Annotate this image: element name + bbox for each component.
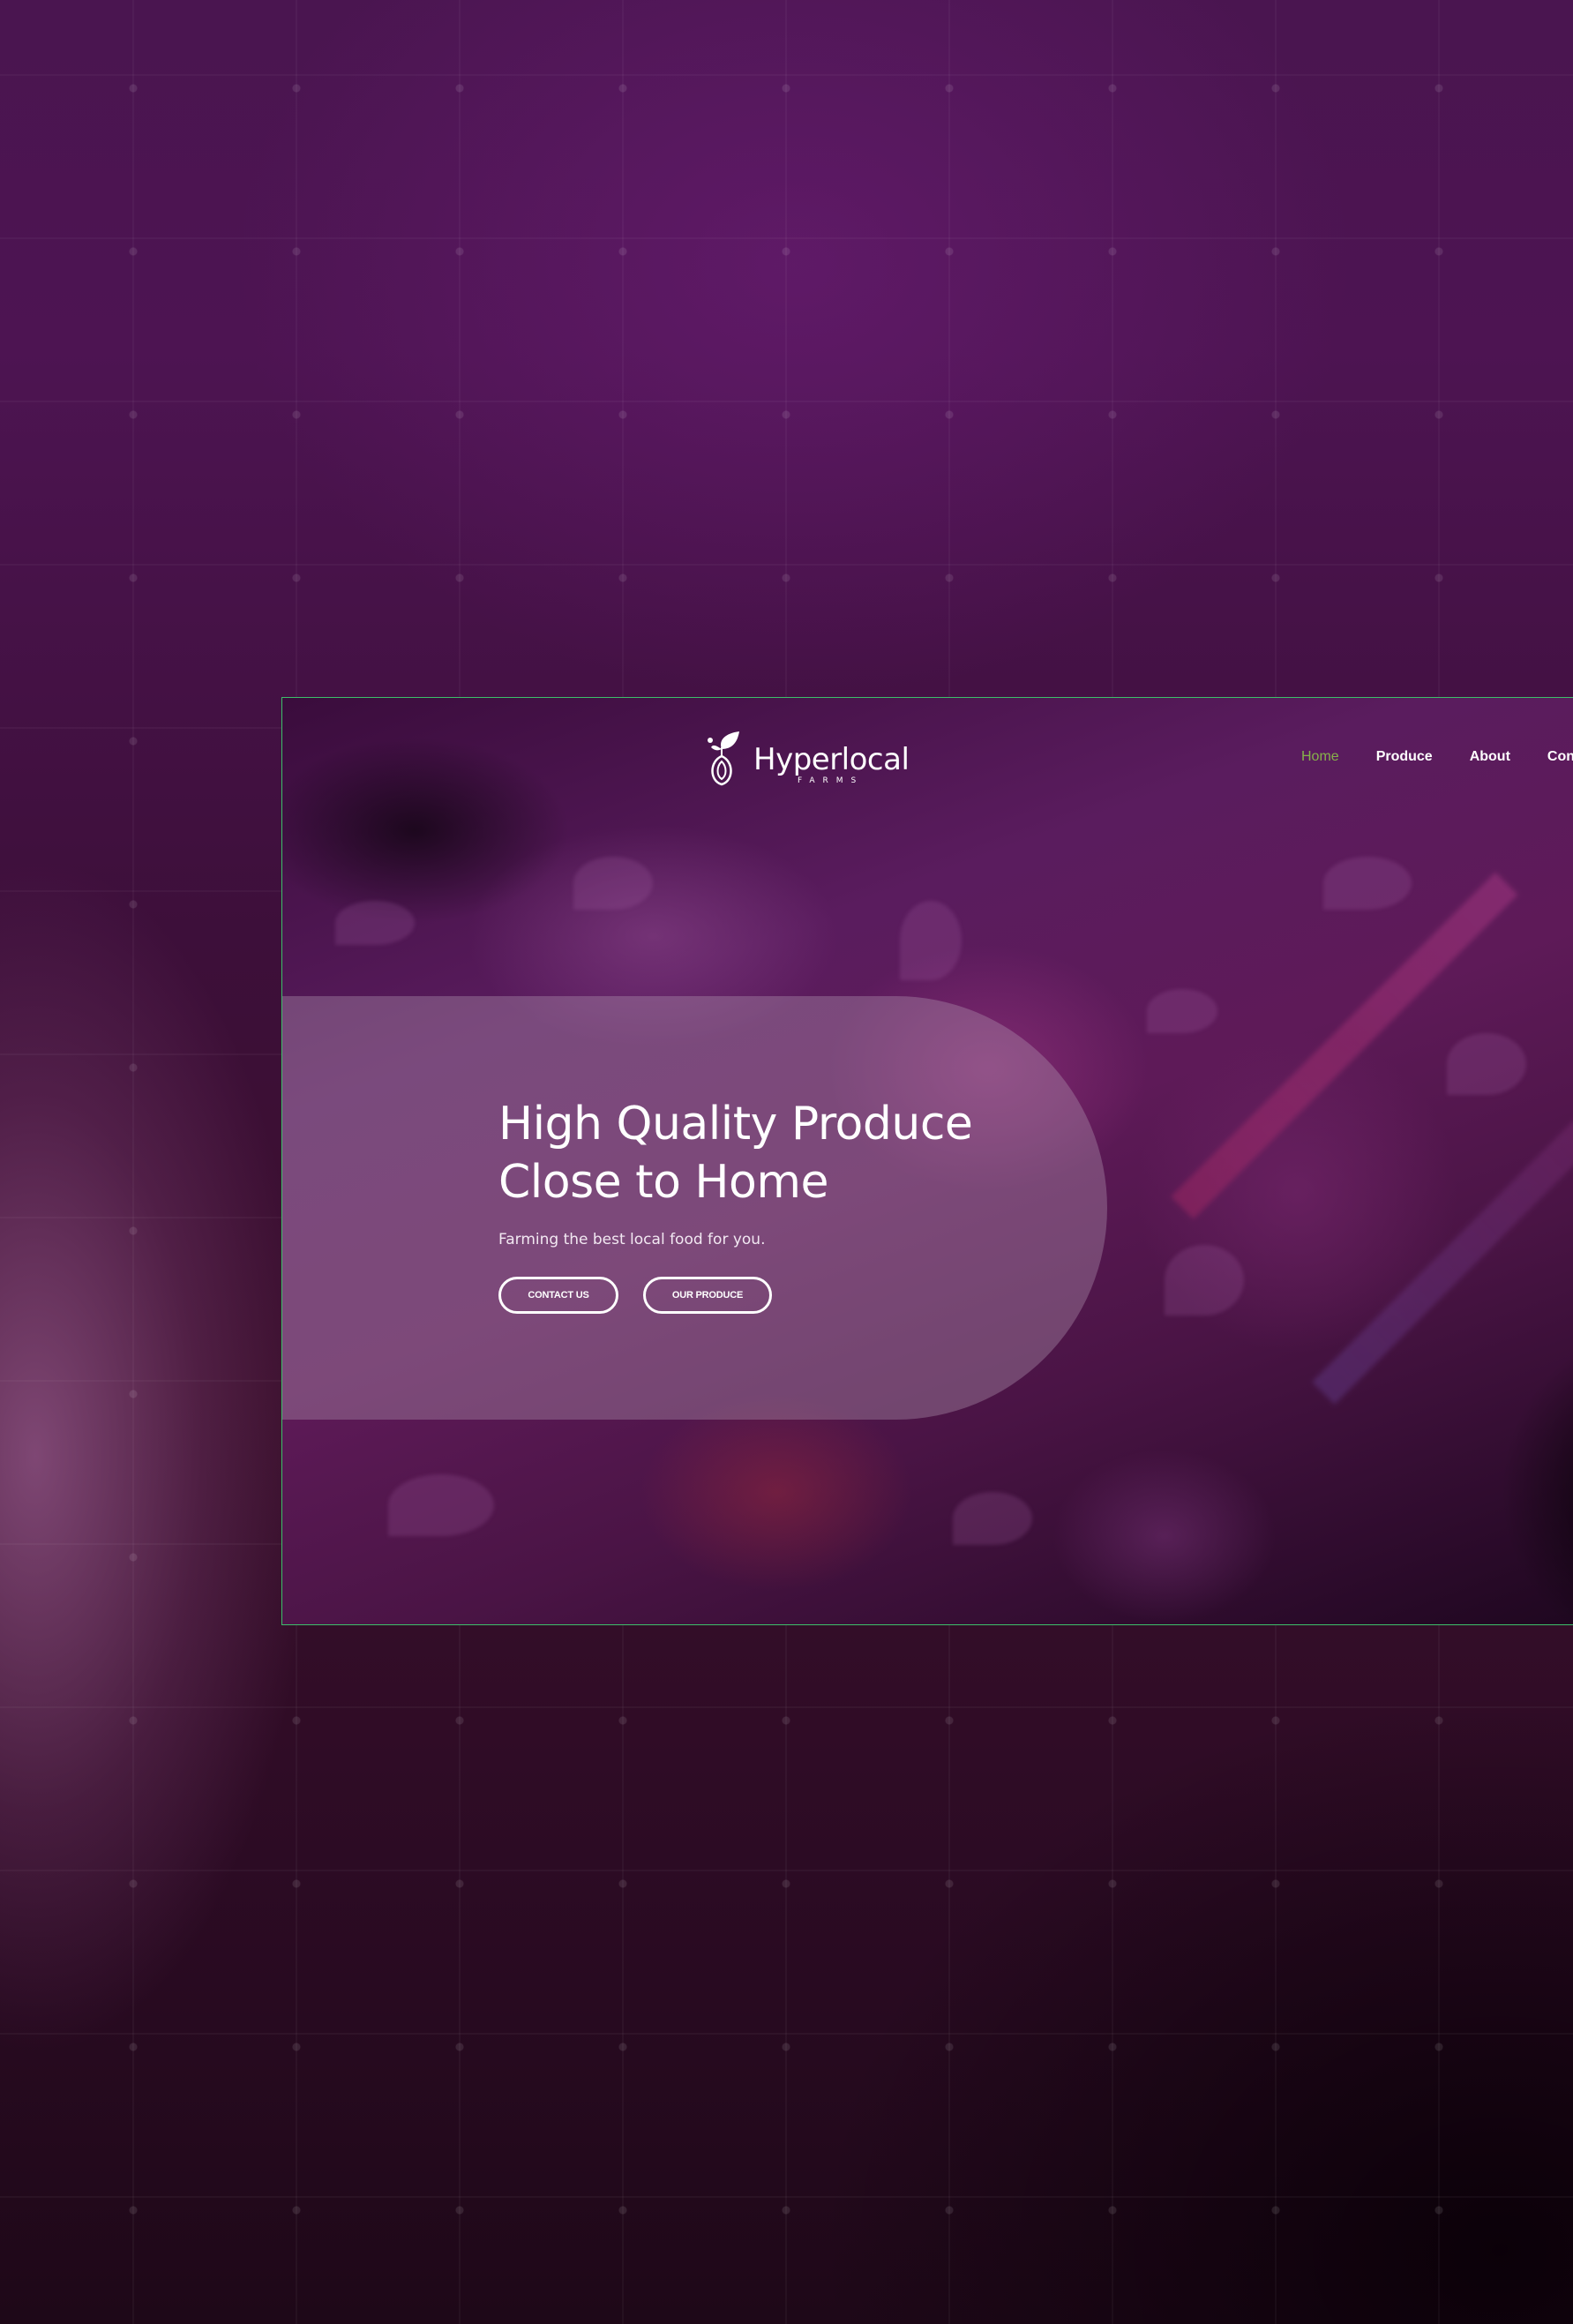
hero-title-line2: Close to Home <box>498 1156 828 1209</box>
brand-tagline: FARMS <box>798 776 865 785</box>
contact-us-button[interactable]: CONTACT US <box>498 1277 618 1314</box>
hero-title: High Quality Produce Close to Home <box>498 1095 973 1211</box>
website-preview: Hyperlocal FARMS Home Produce About Cont… <box>281 697 1573 1625</box>
nav-item-produce[interactable]: Produce <box>1376 749 1433 765</box>
nav-item-contact[interactable]: Cont <box>1547 749 1573 765</box>
hero-buttons: CONTACT US OUR PRODUCE <box>498 1277 972 1314</box>
main-nav: Home Produce About Cont <box>1301 749 1573 765</box>
brand-name: Hyperlocal <box>753 742 910 777</box>
site-header: Hyperlocal FARMS Home Produce About Cont <box>282 698 1573 813</box>
our-produce-button[interactable]: OUR PRODUCE <box>643 1277 772 1314</box>
nav-item-home[interactable]: Home <box>1301 749 1339 765</box>
hero-subtitle: Farming the best local food for you. <box>498 1231 766 1248</box>
hero-content: High Quality Produce Close to Home Farmi… <box>498 1095 973 1314</box>
brand-logo[interactable]: Hyperlocal FARMS <box>706 730 910 788</box>
nav-item-about[interactable]: About <box>1470 749 1510 765</box>
sprout-logo-icon <box>708 731 739 786</box>
hero-title-line1: High Quality Produce <box>498 1098 973 1151</box>
